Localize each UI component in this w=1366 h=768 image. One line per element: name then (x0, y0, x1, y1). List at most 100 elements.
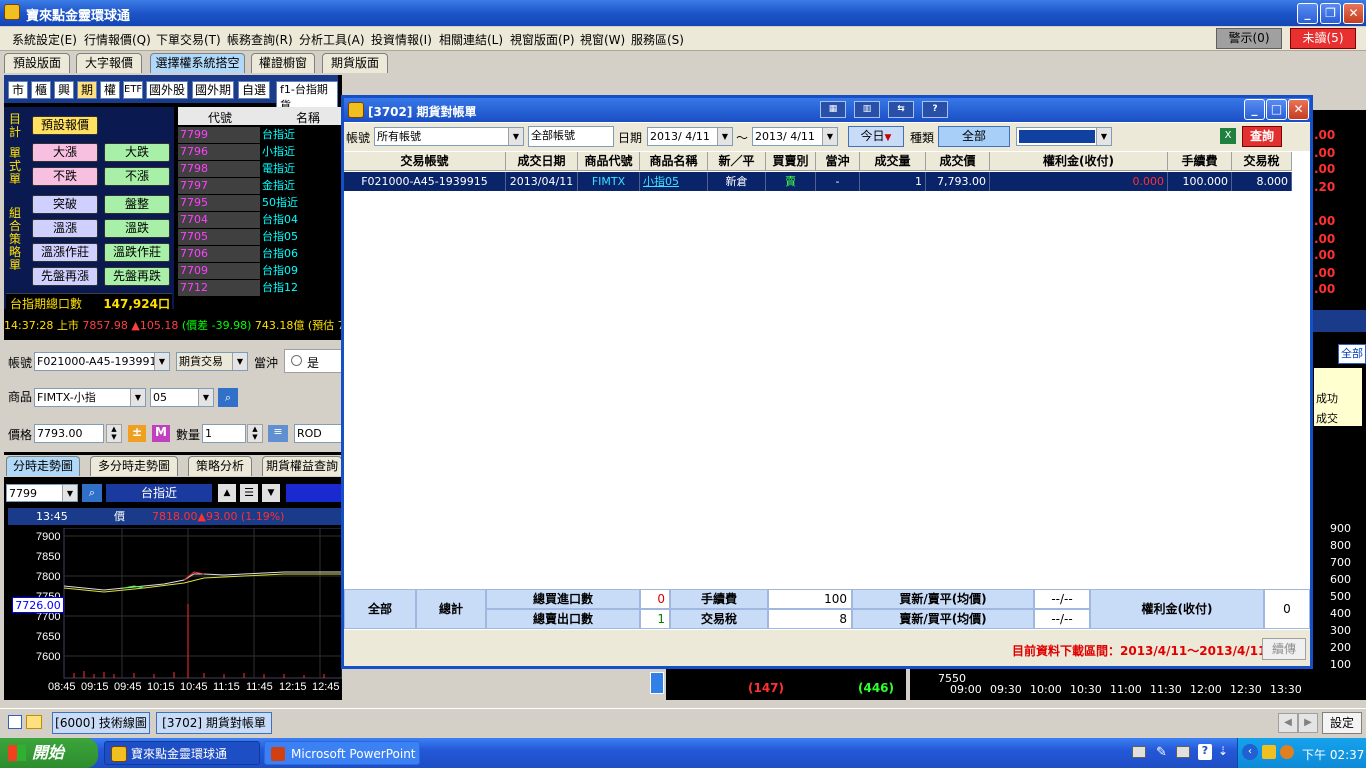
window-tab-chart[interactable]: [6000] 技術線圖 (52, 712, 150, 734)
column-header[interactable]: 商品名稱 (640, 152, 708, 171)
order-icon[interactable]: ≡ (268, 425, 288, 442)
date-to-select[interactable]: 2013/ 4/11 ▼ (752, 127, 838, 146)
tab-default[interactable]: 預設版面 (4, 53, 70, 73)
btn-otc[interactable]: 櫃 (31, 81, 51, 99)
btn-foreign-futures[interactable]: 國外期 (192, 81, 234, 99)
mild-rise-button[interactable]: 溫漲 (32, 219, 98, 238)
order-type-select[interactable]: ROD (294, 424, 342, 443)
consolidate-fall-button[interactable]: 先盤再跌 (104, 267, 170, 286)
column-header[interactable]: 交易稅 (1232, 152, 1292, 171)
dialog-close-button[interactable]: ✕ (1288, 99, 1309, 120)
breakout-button[interactable]: 突破 (32, 195, 98, 214)
big-fall-button[interactable]: 大跌 (104, 143, 170, 162)
mild-rise-bank-button[interactable]: 溫漲作莊 (32, 243, 98, 262)
help-icon[interactable]: ? (1198, 744, 1212, 760)
no-rise-button[interactable]: 不漲 (104, 167, 170, 186)
task-app[interactable]: 寶來點金靈環球通 (104, 741, 260, 765)
list-icon[interactable]: ☰ (240, 484, 258, 502)
tray-expand-icon[interactable]: ‹ (1242, 744, 1258, 760)
tab-strategy[interactable]: 策略分析 (188, 456, 252, 476)
column-header[interactable]: 成交價 (926, 152, 990, 171)
window-icon[interactable] (8, 715, 22, 729)
column-header[interactable]: 新／平 (708, 152, 766, 171)
tray-app-icon[interactable] (1262, 745, 1276, 759)
tab-equity[interactable]: 期貨權益查詢 (262, 456, 342, 476)
menu-info[interactable]: 投資情報(I) (371, 31, 432, 48)
market-price-icon[interactable]: M (152, 425, 170, 442)
btn-options[interactable]: 權 (100, 81, 120, 99)
excel-icon[interactable]: X (1220, 128, 1236, 144)
qty-spinner[interactable]: ▲ ▼ (247, 424, 263, 443)
btn-futures[interactable]: 期 (77, 81, 97, 99)
chart-symbol-select[interactable]: 7799 ▼ (6, 484, 78, 502)
menu-links[interactable]: 相關連結(L) (439, 31, 503, 48)
tab-warrant[interactable]: 權證櫥窗 (251, 53, 315, 73)
column-header[interactable]: 交易帳號 (344, 152, 506, 171)
trade-type-select[interactable]: 期貨交易 ▼ (176, 352, 248, 371)
scroll-left-icon[interactable]: ◀ (1278, 713, 1298, 733)
menu-service[interactable]: 服務區(S) (631, 31, 684, 48)
column-header[interactable]: 買賣別 (766, 152, 816, 171)
quote-row[interactable]: 7704 台指04 (178, 212, 342, 229)
scroll-right-icon[interactable]: ▶ (1298, 713, 1318, 733)
product-select[interactable]: FIMTX-小指 ▼ (34, 388, 146, 407)
btn-listed[interactable]: 市 (8, 81, 28, 99)
maximize-button[interactable]: ❐ (1320, 3, 1341, 24)
today-button[interactable]: 今日▼ (848, 126, 904, 147)
menu-order[interactable]: 下單交易(T) (156, 31, 221, 48)
btn-foreign-stock[interactable]: 國外股 (146, 81, 188, 99)
query-button[interactable]: 查詢 (1242, 126, 1282, 147)
quote-row[interactable]: 7799 台指近 (178, 127, 342, 144)
column-header[interactable]: 手續費 (1168, 152, 1232, 171)
tab-intraday[interactable]: 分時走勢圖 (6, 456, 80, 476)
quote-row[interactable]: 7796 小指近 (178, 144, 342, 161)
no-fall-button[interactable]: 不跌 (32, 167, 98, 186)
quote-row[interactable]: 7795 50指近 (178, 195, 342, 212)
unread-button[interactable]: 未讀(5) (1290, 28, 1356, 49)
tab-options[interactable]: 選擇權系統搭空 (150, 53, 245, 73)
month-select[interactable]: 05 ▼ (150, 388, 214, 407)
btn-custom[interactable]: 自選 (238, 81, 270, 99)
menu-window[interactable]: 視窗(W) (580, 31, 625, 48)
dlg-account2-input[interactable]: 全部帳號 (528, 126, 614, 147)
table-cell[interactable]: 小指05 (640, 172, 708, 191)
quote-row[interactable]: 7798 電指近 (178, 161, 342, 178)
btn-emerging[interactable]: 興 (54, 81, 74, 99)
tab-futures[interactable]: 期貨版面 (322, 53, 388, 73)
link-icon[interactable]: ⇆ (888, 101, 914, 118)
tab-multi-intraday[interactable]: 多分時走勢圖 (90, 456, 178, 476)
menu-layout[interactable]: 視窗版面(P) (510, 31, 575, 48)
keyboard-icon[interactable] (1132, 746, 1146, 758)
minimize-button[interactable]: _ (1297, 3, 1318, 24)
mild-fall-button[interactable]: 溫跌 (104, 219, 170, 238)
btn-etf[interactable]: ETF (123, 81, 143, 99)
menu-quote[interactable]: 行情報價(Q) (84, 31, 151, 48)
consolidate-rise-button[interactable]: 先盤再漲 (32, 267, 98, 286)
window-tab-statement[interactable]: [3702] 期貨對帳單 (156, 712, 272, 734)
continue-button[interactable]: 續傳 (1262, 638, 1306, 660)
right-all-button[interactable]: 全部 (1338, 344, 1366, 364)
qty-input[interactable]: 1 (202, 424, 246, 443)
help-icon[interactable]: ? (922, 101, 948, 118)
layout-icon[interactable]: ▦ (820, 101, 846, 118)
dlg-account-select[interactable]: 所有帳號 ▼ (374, 127, 524, 146)
folder-icon[interactable] (26, 715, 42, 729)
daytrade-radio[interactable] (291, 355, 302, 366)
plus-minus-icon[interactable]: ± (128, 425, 146, 442)
price-spinner[interactable]: ▲ ▼ (106, 424, 122, 443)
ime-icon[interactable] (1176, 746, 1190, 758)
column-header[interactable]: 當沖 (816, 152, 860, 171)
pen-icon[interactable]: ✎ (1156, 745, 1167, 760)
menu-system[interactable]: 系統設定(E) (12, 31, 77, 48)
date-from-select[interactable]: 2013/ 4/11 ▼ (647, 127, 733, 146)
menu-analysis[interactable]: 分析工具(A) (299, 31, 365, 48)
account-select[interactable]: F021000-A45-1939915 ▼ (34, 352, 170, 371)
tab-bigquote[interactable]: 大字報價 (76, 53, 142, 73)
start-button[interactable]: 開始 (0, 738, 98, 768)
preset-quote-button[interactable]: 預設報價 (32, 116, 98, 135)
price-input[interactable]: 7793.00 (34, 424, 104, 443)
quote-row[interactable]: 7706 台指06 (178, 246, 342, 263)
column-header[interactable]: 成交量 (860, 152, 926, 171)
settings-button[interactable]: 設定 (1322, 712, 1362, 734)
big-rise-button[interactable]: 大漲 (32, 143, 98, 162)
